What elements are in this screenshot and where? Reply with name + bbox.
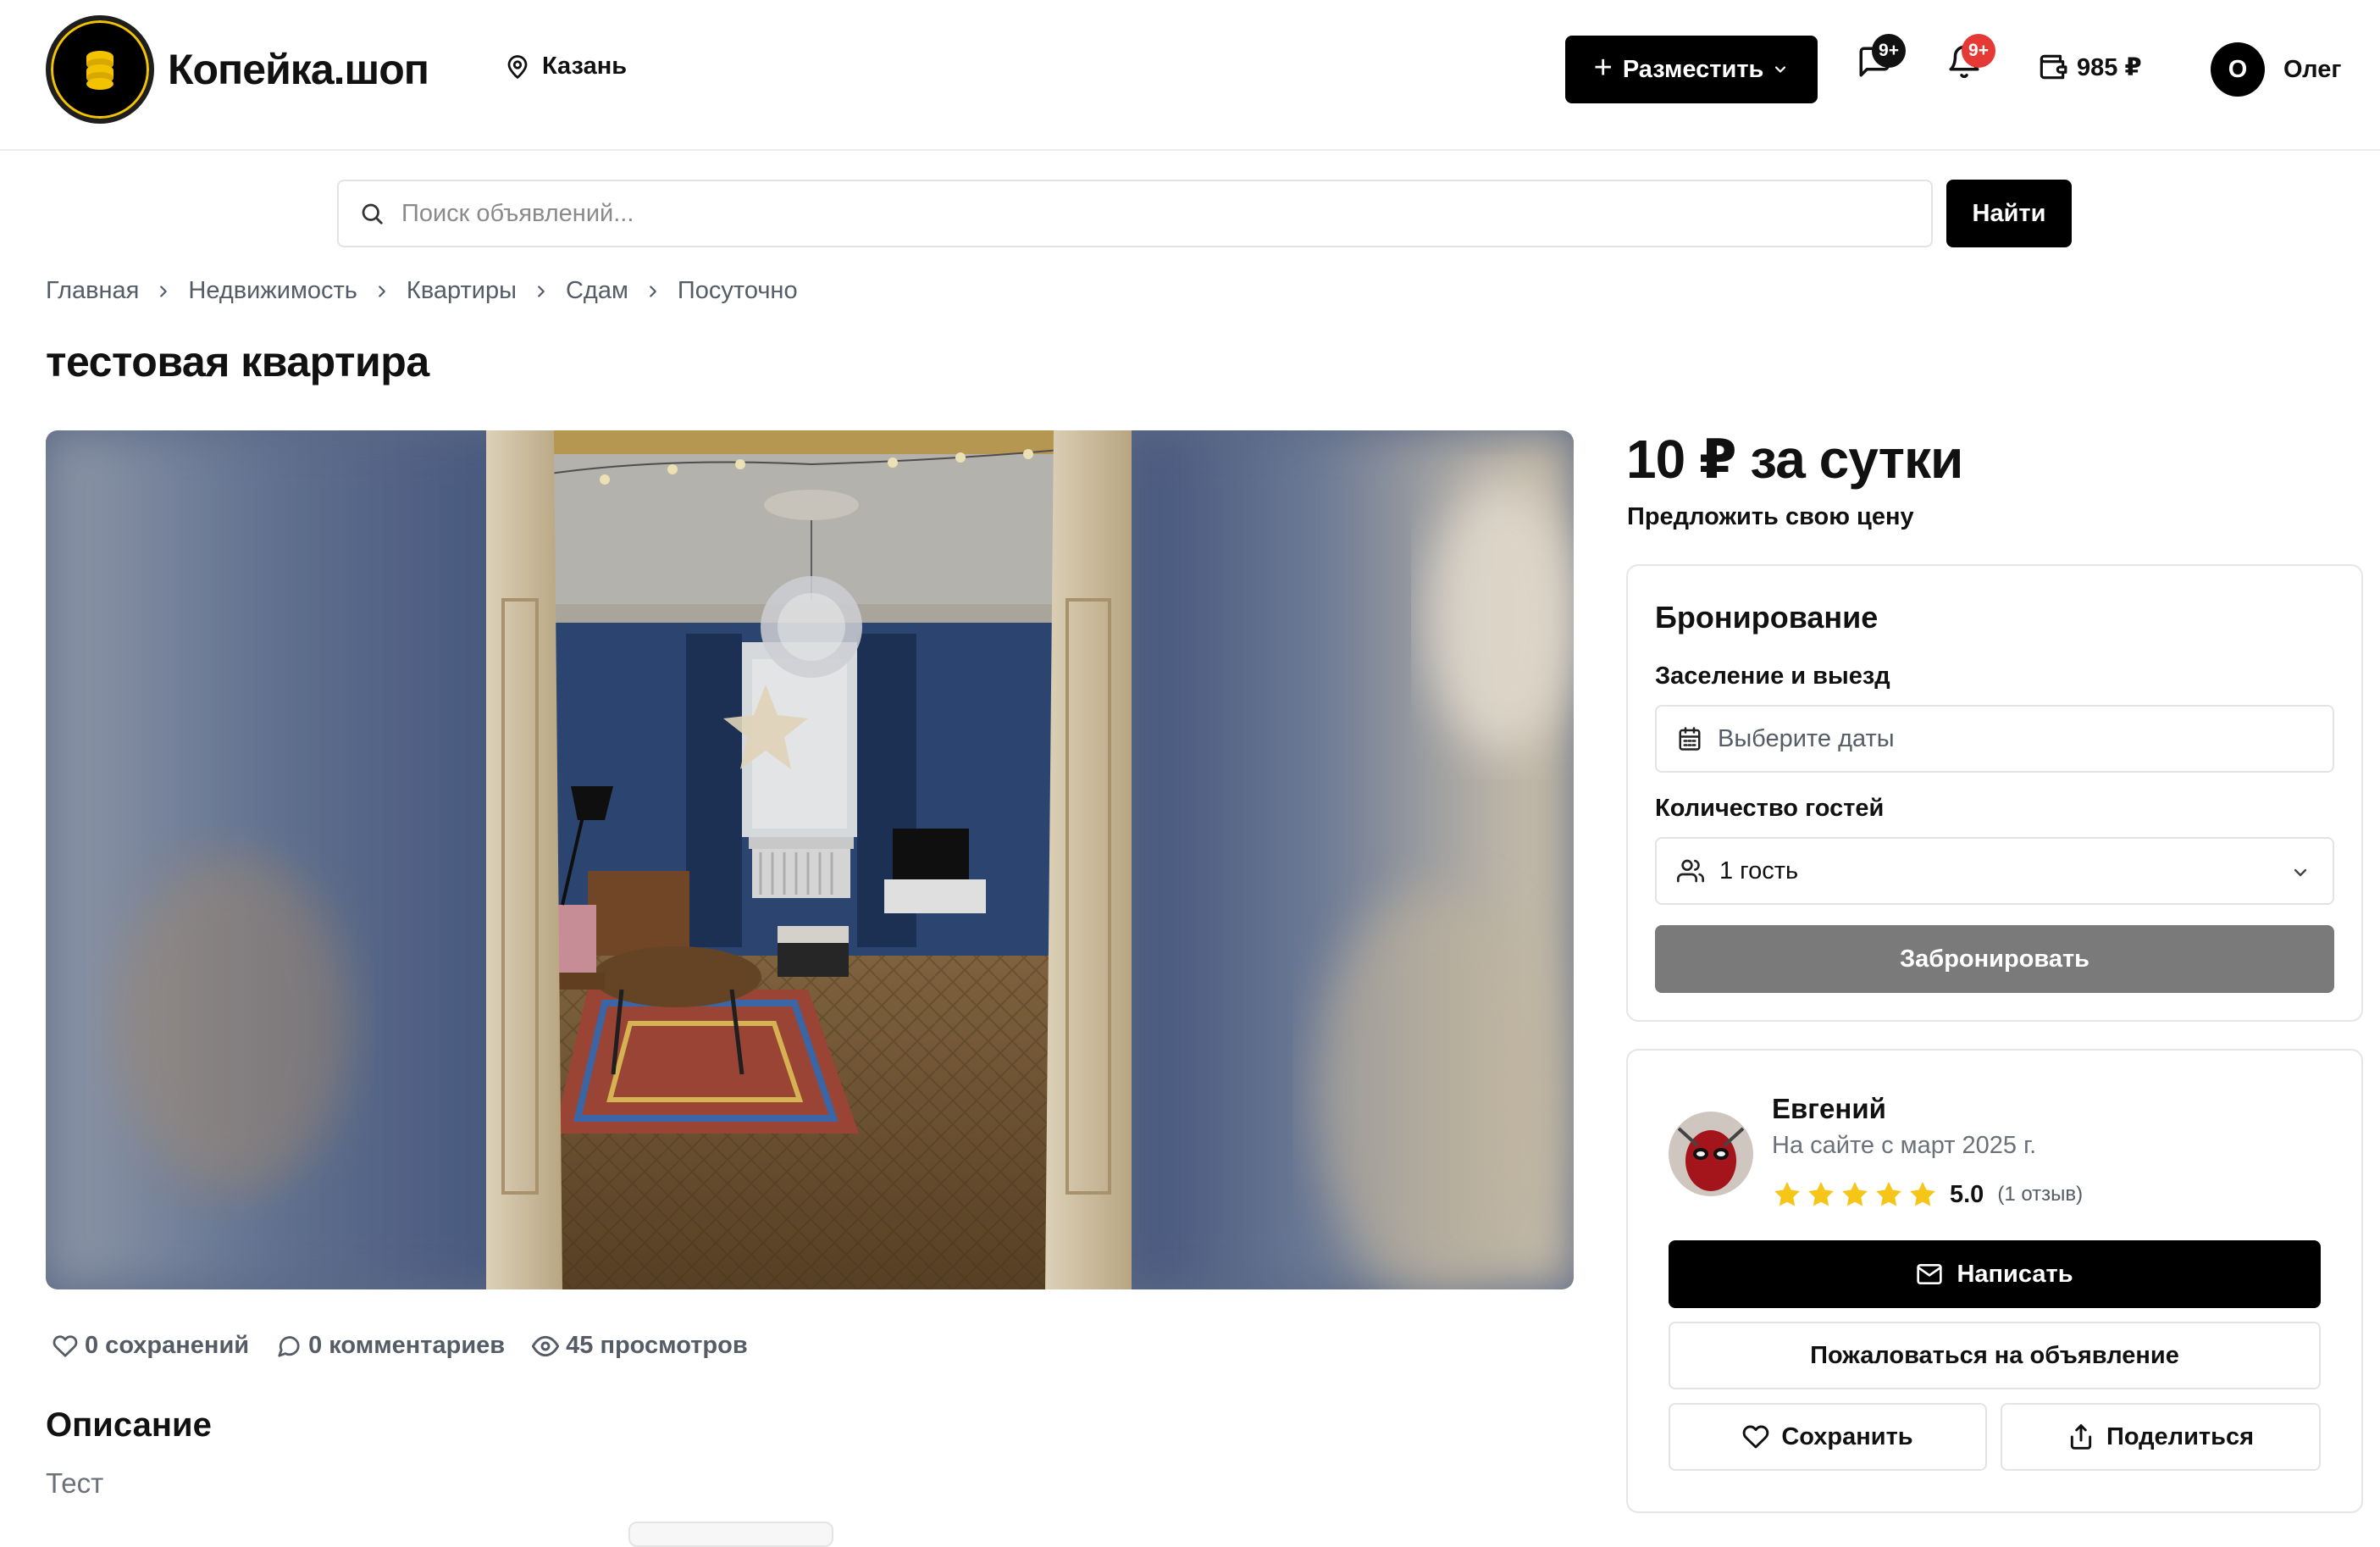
heart-icon: [53, 1334, 78, 1357]
messages-badge: 9+: [1872, 34, 1906, 68]
city-name: Казань: [542, 53, 628, 80]
comment-icon: [278, 1335, 300, 1357]
eye-icon: [532, 1335, 560, 1356]
logo-coins-icon: [46, 15, 154, 124]
wallet-balance[interactable]: 985 ₽: [2036, 51, 2142, 83]
chevron-right-icon: [650, 285, 656, 297]
comments-count[interactable]: 0 комментариев: [276, 1332, 505, 1360]
listing-photo[interactable]: [46, 430, 1574, 1289]
booking-heading: Бронирование: [1655, 600, 1879, 635]
write-message-label: Написать: [1957, 1260, 2073, 1288]
next-section-tab[interactable]: [628, 1522, 833, 1547]
seller-since: На сайте с март 2025 г.: [1772, 1132, 2037, 1159]
users-icon: [1677, 859, 1704, 883]
breadcrumb: Главная Недвижимость Квартиры Сдам Посут…: [46, 277, 798, 305]
dates-picker[interactable]: Выберите даты: [1655, 705, 2334, 773]
seller-rating: 5.0 (1 отзыв): [1772, 1179, 2083, 1210]
logo-text: Копейка.шоп: [168, 46, 429, 93]
post-listing-button[interactable]: + Разместить: [1565, 36, 1818, 103]
share-label: Поделиться: [2106, 1422, 2255, 1450]
search-bar: [337, 180, 1933, 247]
breadcrumb-item-realty[interactable]: Недвижимость: [188, 277, 357, 305]
wallet-icon: [2040, 54, 2067, 80]
chevron-right-icon: [379, 285, 385, 297]
breadcrumb-item-daily[interactable]: Посуточно: [678, 277, 798, 305]
description-text: Тест: [46, 1467, 104, 1499]
chevron-down-icon: [1775, 66, 1786, 73]
user-name: Олег: [2283, 55, 2342, 83]
share-button[interactable]: Поделиться: [2001, 1403, 2321, 1471]
star-icon: [1774, 1182, 1800, 1206]
star-icon: [1910, 1182, 1935, 1206]
views-count: 45 просмотров: [532, 1332, 748, 1360]
search-input[interactable]: [401, 199, 1841, 228]
post-listing-label: Разместить: [1622, 55, 1764, 83]
views-label: 45 просмотров: [566, 1332, 748, 1359]
reviews-count[interactable]: (1 отзыв): [1997, 1183, 2083, 1206]
save-button[interactable]: Сохранить: [1669, 1403, 1987, 1471]
notifications-badge: 9+: [1962, 34, 1995, 68]
avatar: О: [2211, 42, 2265, 97]
star-icon: [1808, 1182, 1834, 1206]
plus-icon: +: [1593, 49, 1613, 86]
heart-icon: [1743, 1425, 1769, 1449]
report-label: Пожаловаться на объявление: [1810, 1341, 2179, 1369]
guests-label: Количество гостей: [1655, 795, 1885, 822]
breadcrumb-item-home[interactable]: Главная: [46, 277, 139, 305]
chevron-right-icon: [538, 285, 545, 297]
site-logo[interactable]: Копейка.шоп: [46, 15, 429, 124]
wallet-amount: 985 ₽: [2077, 53, 2142, 81]
rating-score: 5.0: [1950, 1180, 1984, 1208]
share-icon: [2070, 1424, 2092, 1450]
write-message-button[interactable]: Написать: [1669, 1240, 2321, 1308]
description-heading: Описание: [46, 1406, 212, 1444]
offer-price-link[interactable]: Предложить свою цену: [1627, 503, 1914, 531]
photo-gallery[interactable]: [46, 430, 1574, 1289]
comments-label: 0 комментариев: [308, 1332, 506, 1359]
saves-count: 0 сохранений: [53, 1332, 249, 1360]
user-menu[interactable]: О Олег: [2211, 42, 2341, 97]
listing-price: 10 ₽ за сутки: [1626, 429, 1963, 490]
breadcrumb-item-rent[interactable]: Сдам: [566, 277, 628, 305]
breadcrumb-item-apartments[interactable]: Квартиры: [407, 277, 517, 305]
guests-select[interactable]: 1 гость: [1655, 837, 2334, 905]
seller-avatar[interactable]: [1669, 1112, 1753, 1196]
dates-label: Заселение и выезд: [1655, 663, 1890, 690]
listing-stats: 0 сохранений 0 комментариев 45 просмотро…: [53, 1332, 775, 1360]
guests-value: 1 гость: [1719, 857, 1799, 884]
star-icon: [1842, 1182, 1868, 1206]
city-selector[interactable]: Казань: [505, 53, 627, 80]
book-button[interactable]: Забронировать: [1655, 925, 2334, 993]
booking-card: Бронирование Заселение и выезд Выберите …: [1626, 564, 2363, 1022]
calendar-icon: [1679, 727, 1701, 751]
messages-button[interactable]: 9+: [1857, 34, 1906, 80]
saves-label: 0 сохранений: [85, 1332, 250, 1359]
chevron-right-icon: [160, 285, 168, 297]
top-header: Копейка.шоп Казань + Разместить 9+ 9+ 98…: [0, 0, 2380, 151]
dates-placeholder: Выберите даты: [1718, 724, 1895, 752]
notifications-button[interactable]: 9+: [1946, 34, 1995, 80]
save-label: Сохранить: [1781, 1422, 1913, 1450]
chevron-down-icon: [2294, 868, 2307, 877]
mail-icon: [1917, 1264, 1943, 1284]
map-pin-icon: [507, 54, 528, 79]
report-button[interactable]: Пожаловаться на объявление: [1669, 1322, 2321, 1389]
search-button[interactable]: Найти: [1946, 180, 2072, 247]
page-title: тестовая квартира: [46, 338, 429, 385]
seller-name[interactable]: Евгений: [1772, 1093, 1886, 1125]
star-icon: [1876, 1182, 1901, 1206]
search-icon: [362, 203, 383, 225]
seller-card: Евгений На сайте с март 2025 г. 5.0 (1 о…: [1626, 1049, 2363, 1513]
